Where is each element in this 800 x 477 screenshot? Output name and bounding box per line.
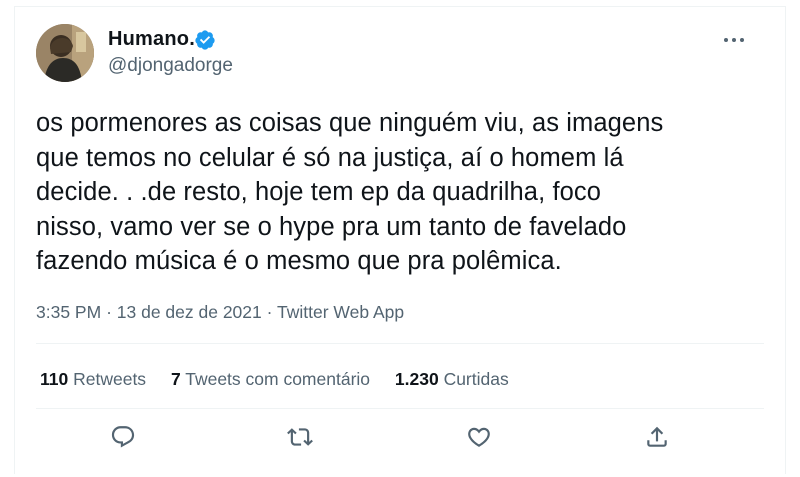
author-name[interactable]: Humano. xyxy=(108,28,195,51)
author-handle[interactable]: @djongadorge xyxy=(108,55,233,77)
divider xyxy=(36,408,764,409)
tweet-date[interactable]: 13 de dez de 2021 xyxy=(117,302,262,322)
tweet-text: os pormenores as coisas que ninguém viu,… xyxy=(36,106,756,279)
likes-label: Curtidas xyxy=(443,369,509,389)
share-icon[interactable] xyxy=(644,424,674,454)
quotes-label: Tweets com comentário xyxy=(185,369,371,389)
tweet-meta: 3:35 PM · 13 de dez de 2021 · Twitter We… xyxy=(36,302,404,323)
divider xyxy=(36,343,764,344)
meta-separator: · xyxy=(106,302,112,322)
tweet-text-line: nisso, vamo ver se o hype pra um tanto d… xyxy=(36,212,627,241)
retweet-icon[interactable] xyxy=(287,424,317,454)
more-options-icon[interactable] xyxy=(720,30,748,50)
likes-count: 1.230 xyxy=(394,369,439,389)
reply-icon[interactable] xyxy=(110,424,140,454)
tweet-text-line: os pormenores as coisas que ninguém viu,… xyxy=(36,109,664,137)
action-bar xyxy=(0,424,800,460)
tweet-text-line: que temos no celular é só na justiça, aí… xyxy=(36,143,624,172)
like-icon[interactable] xyxy=(466,424,496,454)
retweets-label: Retweets xyxy=(73,369,147,389)
tweet-time[interactable]: 3:35 PM xyxy=(36,302,101,322)
tweet-source[interactable]: Twitter Web App xyxy=(277,302,404,322)
retweets-count: 110 xyxy=(40,369,69,389)
meta-separator: · xyxy=(266,302,273,322)
tweet-stats: 110 Retweets 7 Tweets com comentário 1.2… xyxy=(40,369,529,390)
quotes-stat[interactable]: 7 Tweets com comentário xyxy=(171,369,370,390)
likes-stat[interactable]: 1.230 Curtidas xyxy=(395,369,509,390)
avatar-image xyxy=(36,24,94,82)
retweets-stat[interactable]: 110 Retweets xyxy=(40,369,146,390)
tweet-text-line: fazendo música é o mesmo que pra polêmic… xyxy=(36,247,562,275)
verified-badge-icon xyxy=(194,29,216,51)
quotes-count: 7 xyxy=(170,369,181,389)
tweet-text-line: decide. . .de resto, hoje tem ep da quad… xyxy=(36,178,602,206)
author-avatar[interactable] xyxy=(36,24,94,82)
